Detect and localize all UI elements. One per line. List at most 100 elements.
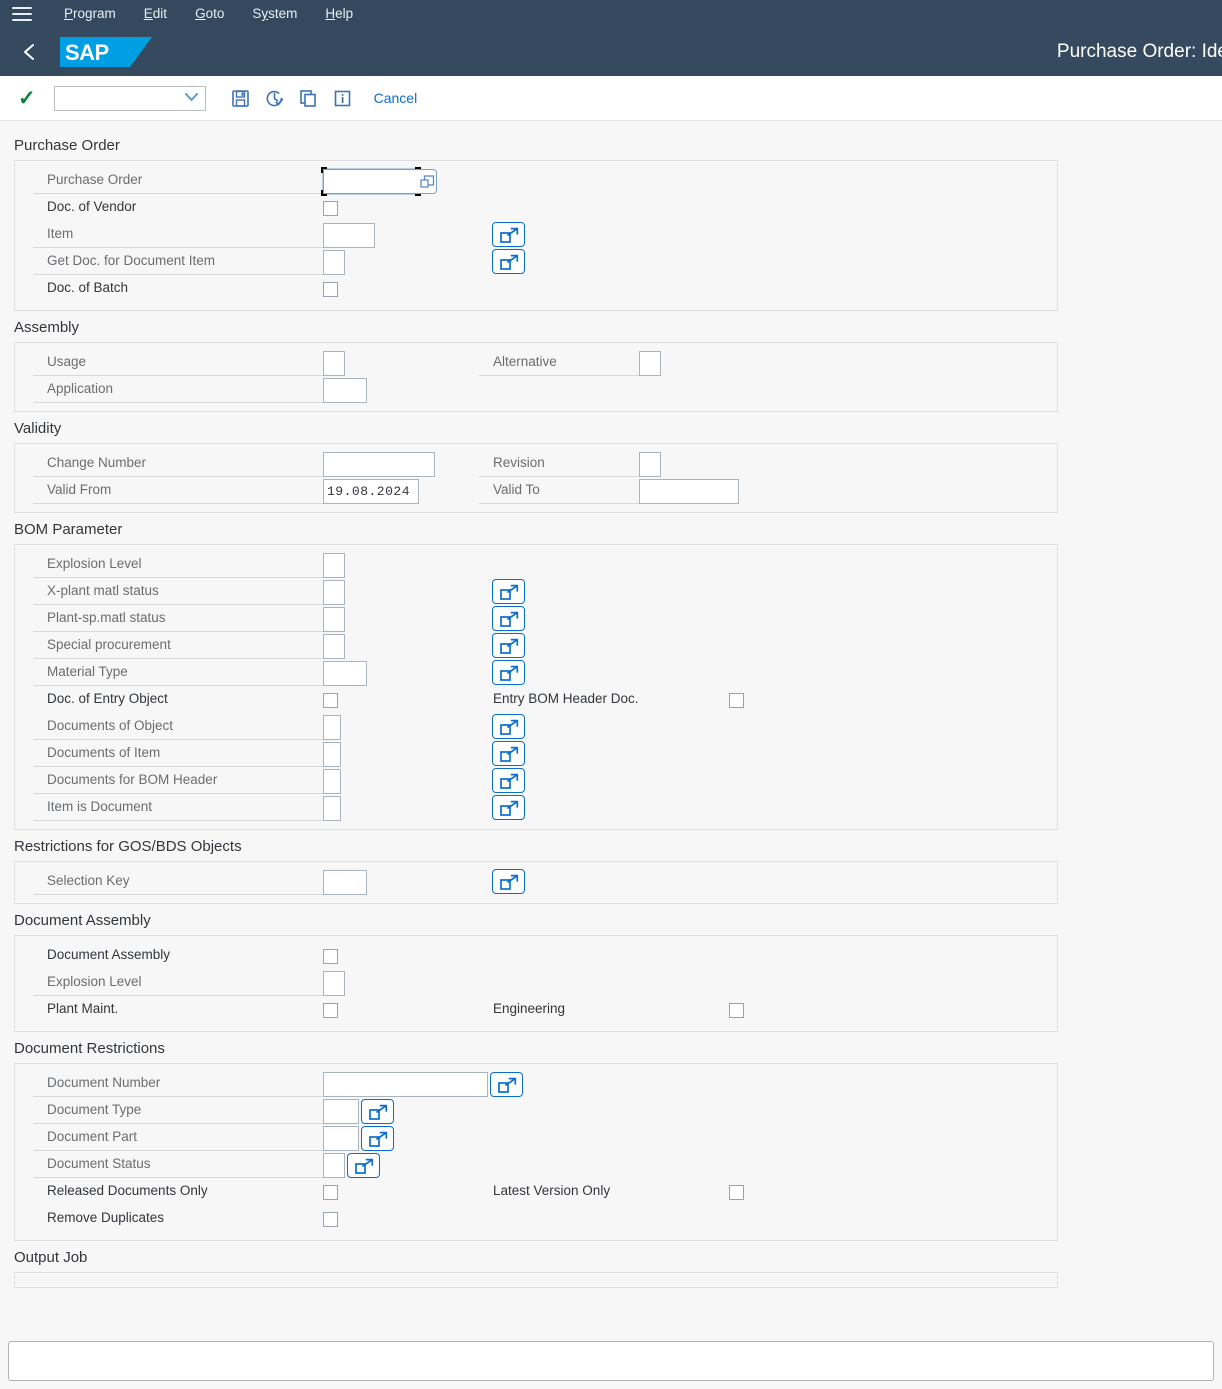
label-item: Item (33, 221, 323, 248)
input-usage[interactable] (323, 351, 345, 376)
multiple-selection-button-document-type[interactable] (361, 1099, 394, 1124)
form-row: Doc. of Entry Object Entry BOM Header Doc… (15, 686, 1057, 713)
menu-item-help[interactable]: Help (311, 0, 367, 28)
chevron-down-icon (184, 89, 198, 107)
input-document-status[interactable] (323, 1153, 345, 1178)
copy-icon[interactable] (292, 83, 326, 113)
cancel-button[interactable]: Cancel (374, 90, 418, 106)
label-selection-key: Selection Key (33, 868, 323, 895)
section-title-output-job: Output Job (14, 1249, 88, 1266)
menu-item-edit[interactable]: Edit (130, 0, 181, 28)
clock-check-icon[interactable] (258, 83, 292, 113)
label-purchase-order: Purchase Order (33, 167, 323, 194)
save-icon[interactable] (224, 83, 258, 113)
label-valid-to: Valid To (479, 477, 639, 504)
form-cell-purchase-order: Purchase Order (33, 167, 437, 196)
input-revision[interactable] (639, 452, 661, 477)
checkbox-latest-version-only[interactable] (729, 1185, 744, 1200)
input-documents-of-item[interactable] (323, 742, 341, 767)
multiple-selection-button-document-part[interactable] (361, 1126, 394, 1151)
multiple-selection-button-document-number[interactable] (490, 1072, 523, 1097)
input-alternative[interactable] (639, 351, 661, 376)
form-cell-document-type: Document Type (33, 1097, 394, 1124)
input-special-procurement[interactable] (323, 634, 345, 659)
menu-item-program[interactable]: Program (50, 0, 130, 28)
form-row: Get Doc. for Document Item (15, 248, 1057, 275)
input-item-is-document[interactable] (323, 796, 341, 821)
checkbox-doc-of-entry-object[interactable] (323, 693, 338, 708)
value-help-button-purchase-order[interactable] (418, 169, 437, 194)
menu-item-system[interactable]: System (238, 0, 311, 28)
input-valid-from[interactable]: 19.08.2024 (323, 479, 419, 504)
label-released-documents-only: Released Documents Only (47, 1183, 208, 1198)
form-row: Material Type (15, 659, 1057, 686)
section-panel-bom-parameter: Explosion Level X-plant matl status Plant-… (14, 544, 1058, 830)
input-explosion-level[interactable] (323, 971, 345, 996)
checkbox-released-documents-only[interactable] (323, 1185, 338, 1200)
input-document-number[interactable] (323, 1072, 488, 1097)
form-row: Document Part (15, 1124, 1057, 1151)
section-title-document-assembly: Document Assembly (14, 912, 151, 929)
checkbox-engineering[interactable] (729, 1003, 744, 1018)
multiple-selection-button-documents-for-bom-header[interactable] (492, 768, 525, 793)
input-selection-key[interactable] (323, 870, 367, 895)
form-row: Doc. of Vendor (15, 194, 1057, 221)
multiple-selection-button-selection-key[interactable] (492, 869, 525, 894)
label-plant-sp-matl-status: Plant-sp.matl status (33, 605, 323, 632)
input-document-part[interactable] (323, 1126, 359, 1151)
form-cell-application: Application (33, 376, 367, 403)
multiple-selection-button-item-is-document[interactable] (492, 795, 525, 820)
checkmark-icon[interactable]: ✓ (18, 88, 36, 109)
menu-item-goto[interactable]: Goto (181, 0, 238, 28)
checkbox-document-assembly[interactable] (323, 949, 338, 964)
checkbox-entry-bom-header-doc[interactable] (729, 693, 744, 708)
input-application[interactable] (323, 378, 367, 403)
input-x-plant-matl-status[interactable] (323, 580, 345, 605)
back-chevron-icon[interactable] (16, 39, 42, 65)
multiple-selection-button-documents-of-item[interactable] (492, 741, 525, 766)
multiple-selection-button-material-type[interactable] (492, 660, 525, 685)
form-cell-document-part: Document Part (33, 1124, 394, 1151)
label-explosion-level: Explosion Level (33, 969, 323, 996)
input-purchase-order[interactable] (322, 168, 420, 195)
input-change-number[interactable] (323, 452, 435, 477)
form-cell-released-documents-only: Released Documents Only (33, 1178, 338, 1205)
section-title-bom-parameter: BOM Parameter (14, 521, 123, 538)
variant-select[interactable] (53, 85, 206, 111)
input-explosion-level[interactable] (323, 553, 345, 578)
input-get-doc-for-document-item[interactable] (323, 250, 345, 275)
multiple-selection-button-special-procurement[interactable] (492, 633, 525, 658)
input-material-type[interactable] (323, 661, 367, 686)
section-title-document-restrictions: Document Restrictions (14, 1040, 165, 1057)
form-row: Explosion Level (15, 969, 1057, 996)
multiple-selection-button-plant-sp-matl-status[interactable] (492, 606, 525, 631)
selection-screen-content: Purchase Order Purchase Order Doc. of Vend… (0, 121, 1222, 1389)
command-field[interactable] (8, 1341, 1214, 1381)
checkbox-plant-maint[interactable] (323, 1003, 338, 1018)
checkbox-doc-of-vendor[interactable] (323, 201, 338, 216)
multiple-selection-button-documents-of-object[interactable] (492, 714, 525, 739)
label-engineering: Engineering (493, 1001, 566, 1016)
input-plant-sp-matl-status[interactable] (323, 607, 345, 632)
input-valid-to[interactable] (639, 479, 739, 504)
input-item[interactable] (323, 223, 375, 248)
info-icon[interactable] (326, 83, 360, 113)
form-row: Item is Document (15, 794, 1057, 821)
checkbox-doc-of-batch[interactable] (323, 282, 338, 297)
form-row: Explosion Level (15, 551, 1057, 578)
multiple-selection-button-x-plant-matl-status[interactable] (492, 579, 525, 604)
form-row: Usage Alternative (15, 349, 1057, 376)
form-row: Documents of Object (15, 713, 1057, 740)
label-doc-of-vendor: Doc. of Vendor (47, 199, 137, 214)
form-cell-doc-of-batch: Doc. of Batch (33, 275, 338, 302)
multiple-selection-button-item[interactable] (492, 222, 525, 247)
form-row: Valid From 19.08.2024 Valid To (15, 477, 1057, 504)
checkbox-remove-duplicates[interactable] (323, 1212, 338, 1227)
input-documents-for-bom-header[interactable] (323, 769, 341, 794)
input-document-type[interactable] (323, 1099, 359, 1124)
input-documents-of-object[interactable] (323, 715, 341, 740)
hamburger-icon[interactable] (12, 7, 32, 21)
multiple-selection-button-get-doc-for-document-item[interactable] (492, 249, 525, 274)
multiple-selection-button-document-status[interactable] (347, 1153, 380, 1178)
label-doc-of-entry-object: Doc. of Entry Object (47, 691, 168, 706)
